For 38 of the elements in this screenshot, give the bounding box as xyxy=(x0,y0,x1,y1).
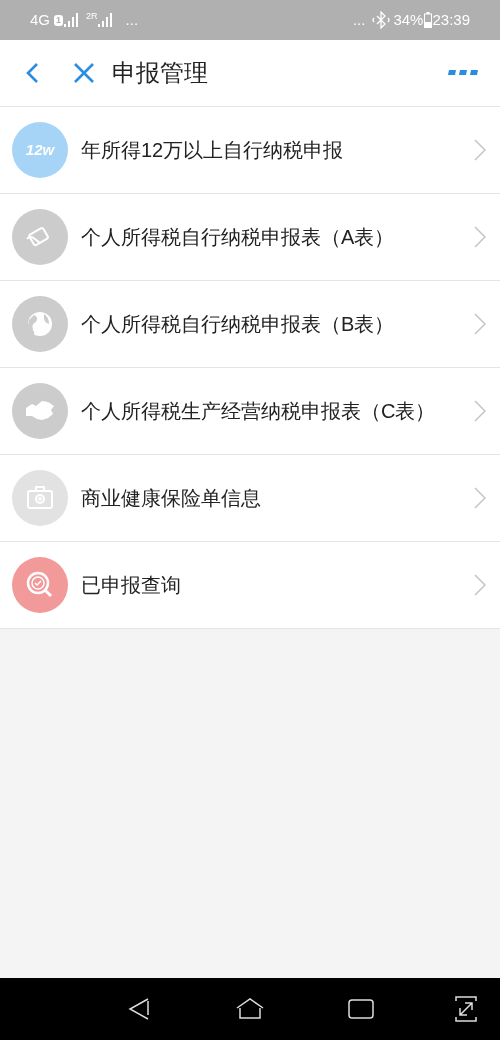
recents-nav-icon[interactable] xyxy=(348,998,374,1020)
back-icon xyxy=(25,62,39,84)
menu-item[interactable]: 个人所得税自行纳税申报表（A表） xyxy=(0,194,500,281)
menu-item[interactable]: 已申报查询 xyxy=(0,542,500,629)
close-icon xyxy=(73,62,95,84)
chevron-right-icon xyxy=(474,139,486,161)
item-label: 个人所得税自行纳税申报表（B表） xyxy=(81,312,396,337)
more-status-label: ... xyxy=(352,9,366,30)
battery-label: 34% xyxy=(393,9,424,30)
signal-icon xyxy=(97,13,114,27)
signal-icon xyxy=(64,13,81,27)
roaming-label: 2R xyxy=(86,10,98,23)
menu-item[interactable]: 商业健康保险单信息 xyxy=(0,455,500,542)
item-label: 已申报查询 xyxy=(81,573,182,598)
home-nav-icon[interactable] xyxy=(236,998,264,1020)
clock-label: 23:39 xyxy=(432,9,470,30)
item-label: 个人所得税自行纳税申报表（A表） xyxy=(81,225,396,250)
item-label: 商业健康保险单信息 xyxy=(81,486,262,511)
chevron-right-icon xyxy=(474,226,486,248)
chevron-right-icon xyxy=(474,487,486,509)
more-icon xyxy=(448,70,478,76)
sim-badge: 1 xyxy=(54,14,64,26)
chevron-right-icon xyxy=(474,313,486,335)
chevron-right-icon xyxy=(474,400,486,422)
more-notifications-label: ... xyxy=(125,9,139,30)
item-label: 个人所得税生产经营纳税申报表（C表） xyxy=(81,399,437,424)
expand-nav-icon[interactable] xyxy=(454,995,478,1023)
menu-item[interactable]: 12w 年所得12万以上自行纳税申报 xyxy=(0,107,500,194)
bluetooth-icon xyxy=(371,11,392,29)
chevron-right-icon xyxy=(474,574,486,596)
network-label: 4G xyxy=(30,9,50,30)
battery-icon xyxy=(424,12,433,28)
menu-item[interactable]: 个人所得税生产经营纳税申报表（C表） xyxy=(0,368,500,455)
page-title: 申报管理 xyxy=(112,58,208,88)
back-nav-icon[interactable] xyxy=(128,997,150,1021)
item-label: 年所得12万以上自行纳税申报 xyxy=(81,138,345,163)
menu-item[interactable]: 个人所得税自行纳税申报表（B表） xyxy=(0,281,500,368)
badge-icon: 12w xyxy=(12,122,68,178)
